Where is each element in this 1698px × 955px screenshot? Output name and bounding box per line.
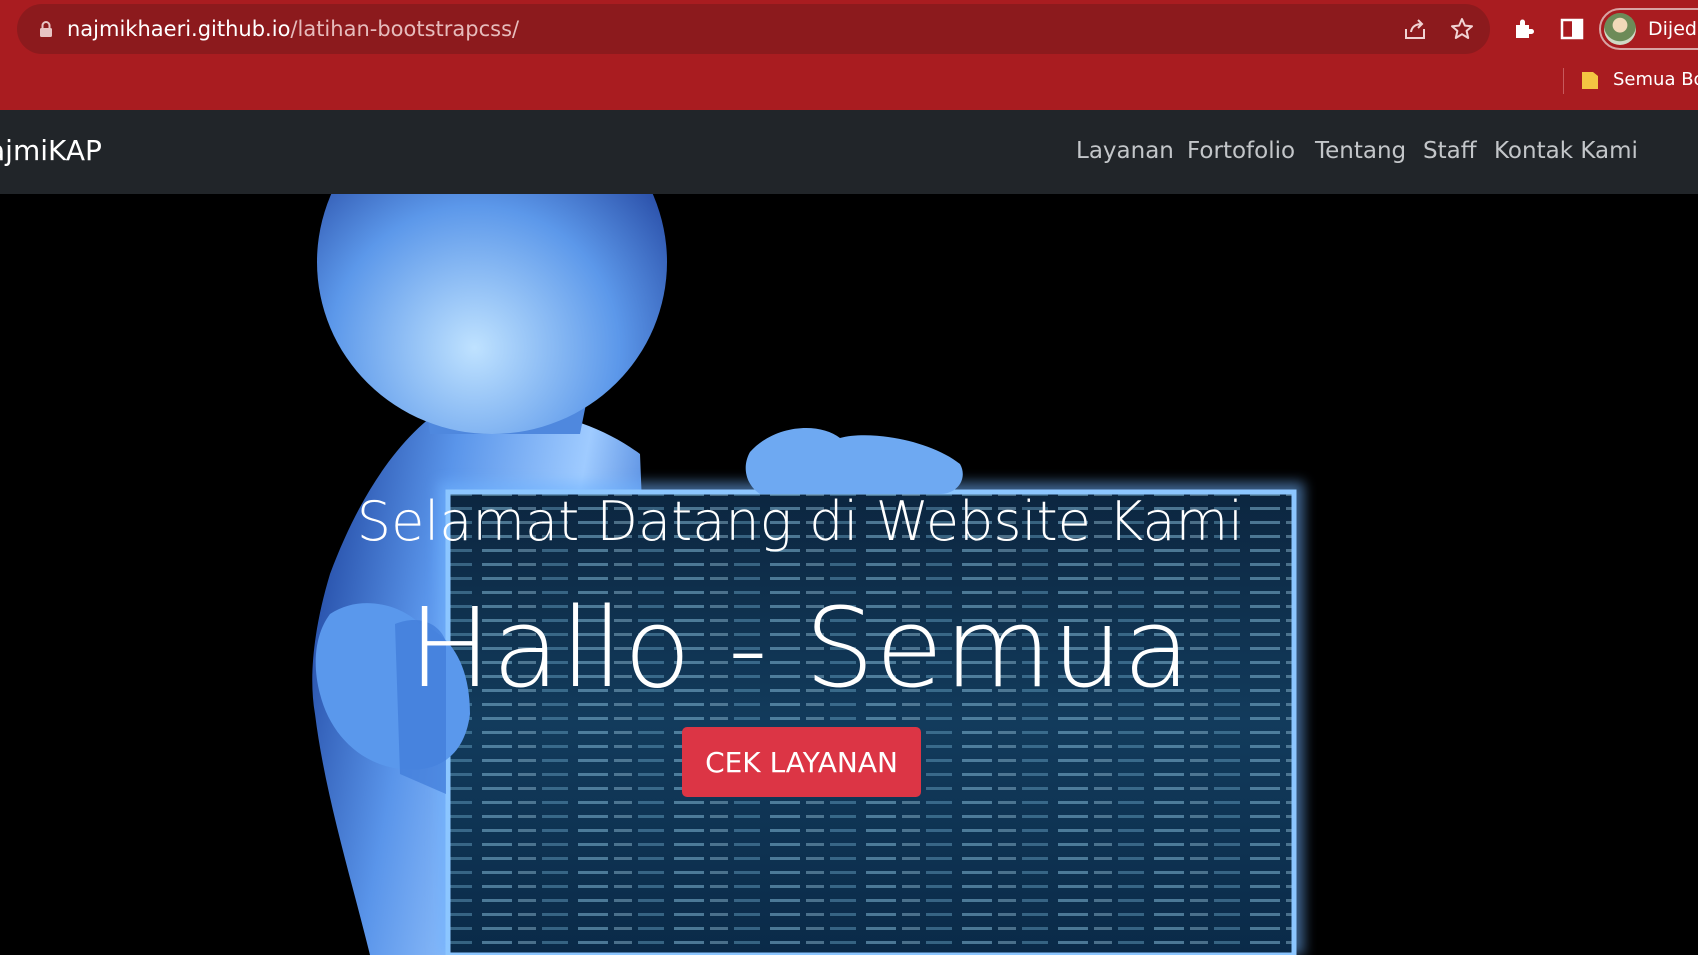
nav-link-layanan[interactable]: Layanan	[1076, 138, 1174, 164]
folder-icon	[1582, 72, 1598, 89]
url-path: /latihan-bootstrapcss/	[290, 17, 520, 41]
hero-background-image	[312, 194, 1304, 955]
side-panel-icon[interactable]	[1559, 16, 1585, 42]
avatar	[1604, 13, 1636, 45]
url-text[interactable]: najmikhaeri.github.io/latihan-bootstrapc…	[67, 16, 519, 42]
nav-link-staff[interactable]: Staff	[1423, 138, 1477, 164]
nav-link-fortofolio[interactable]: Fortofolio	[1187, 138, 1295, 164]
hero-subtitle: Selamat Datang di Website Kami	[356, 490, 1244, 553]
cek-layanan-button[interactable]: CEK LAYANAN	[682, 727, 921, 797]
nav-link-tentang[interactable]: Tentang	[1315, 138, 1406, 164]
address-bar[interactable]: najmikhaeri.github.io/latihan-bootstrapc…	[17, 4, 1490, 54]
bookmark-divider	[1563, 68, 1564, 94]
lock-icon	[40, 21, 52, 37]
navbar: ajmiKAP Layanan Fortofolio Tentang Staff…	[0, 110, 1698, 194]
profile-status: Dijeda	[1648, 18, 1698, 40]
nav-link-kontak-kami[interactable]: Kontak Kami	[1494, 138, 1638, 164]
profile-button[interactable]: Dijeda	[1599, 8, 1698, 50]
all-bookmarks-link[interactable]: Semua Boo	[1613, 69, 1698, 90]
extensions-icon[interactable]	[1511, 16, 1537, 42]
browser-chrome: najmikhaeri.github.io/latihan-bootstrapc…	[0, 0, 1698, 110]
star-icon[interactable]	[1449, 16, 1475, 42]
hero-title: Hallo - Semua	[408, 584, 1192, 712]
navbar-brand[interactable]: ajmiKAP	[0, 134, 102, 167]
hero-section: Selamat Datang di Website Kami Hallo - S…	[0, 194, 1698, 955]
share-icon[interactable]	[1402, 16, 1428, 42]
url-host: najmikhaeri.github.io	[67, 17, 291, 41]
